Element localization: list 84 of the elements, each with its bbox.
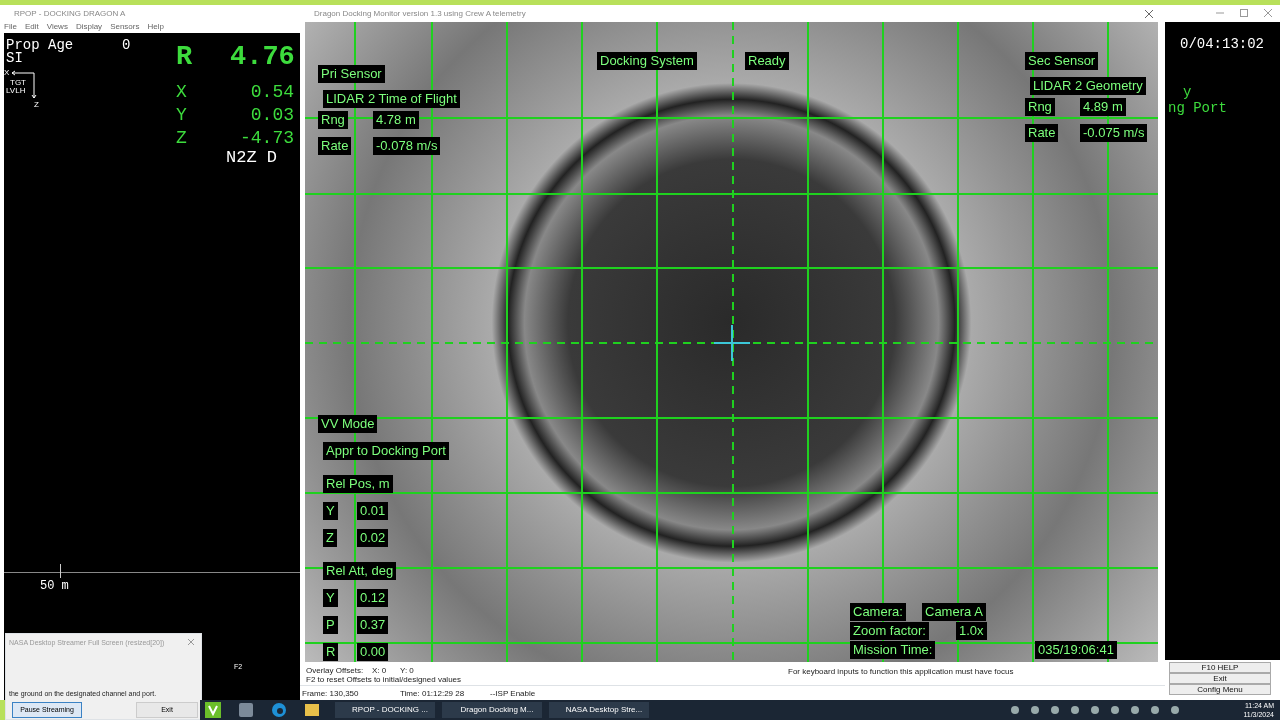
frame-lvlh-label: LVLH bbox=[6, 87, 26, 95]
menu-button[interactable]: Config Menu bbox=[1169, 684, 1271, 695]
prop-age-value: 0 bbox=[122, 36, 131, 55]
reading-value: 0.02 bbox=[357, 529, 389, 547]
close-icon[interactable] bbox=[188, 639, 194, 645]
section-title: Rel Att, deg bbox=[323, 562, 397, 580]
reading-value: 0.37 bbox=[357, 616, 389, 634]
camera-info-value: 1.0x bbox=[956, 622, 987, 640]
camera-info-value: Camera A bbox=[922, 603, 986, 621]
camera-info-label: Mission Time: bbox=[850, 641, 936, 659]
menu-item[interactable]: Views bbox=[46, 21, 68, 33]
vv-mode-value: Appr to Docking Port bbox=[323, 442, 449, 460]
reading-label: P bbox=[323, 616, 338, 634]
overlay-offsets-label: Overlay Offsets: bbox=[306, 665, 364, 677]
docking-status: Ready bbox=[745, 52, 789, 70]
browser-icon[interactable] bbox=[272, 703, 286, 717]
reset-hint: F2 to reset Offsets to initial/designed values bbox=[306, 675, 462, 686]
frame-tgt-label: TGT bbox=[10, 79, 26, 87]
menu-item[interactable]: File bbox=[4, 21, 17, 33]
reading-value: -0.075 m/s bbox=[1080, 124, 1148, 142]
sensor-title: Sec Sensor bbox=[1025, 52, 1099, 70]
minimize-icon[interactable] bbox=[1216, 9, 1224, 17]
reading-label: Rate bbox=[318, 137, 352, 155]
mission-timer: 0/04:13:02 bbox=[1180, 35, 1264, 54]
reading-value: 0.01 bbox=[357, 502, 389, 520]
taskbar-app-button[interactable]: NASA Desktop Stre... bbox=[549, 702, 649, 718]
docking-system-label: Docking System bbox=[597, 52, 697, 70]
axis-label: X bbox=[176, 81, 187, 104]
reading-value: -0.078 m/s bbox=[373, 137, 441, 155]
camera-info-label: Zoom factor: bbox=[850, 622, 929, 640]
status-text: y bbox=[1183, 83, 1192, 102]
camera-info-label: Camera: bbox=[850, 603, 906, 621]
status-bar-text: --ISP Enable bbox=[490, 688, 536, 700]
menu-button[interactable]: Exit bbox=[1169, 673, 1271, 684]
scale-label: 50 m bbox=[40, 578, 69, 595]
status-bar-text: Frame: 130,350 bbox=[302, 688, 359, 700]
menu-item[interactable]: Help bbox=[147, 21, 164, 33]
menu-item[interactable]: Display bbox=[75, 21, 103, 33]
close-icon[interactable] bbox=[1264, 9, 1272, 17]
taskbar-app-button[interactable]: RPOP - DOCKING ... bbox=[335, 702, 435, 718]
taskbar-app-button[interactable]: Dragon Docking M... bbox=[442, 702, 542, 718]
reading-value: 0.12 bbox=[357, 589, 389, 607]
crosshair-icon bbox=[714, 325, 750, 361]
range-value: 4.76 bbox=[230, 41, 295, 74]
status-bar-text: Time: 01:12:29 28 bbox=[400, 688, 465, 700]
sensor-name: LIDAR 2 Geometry bbox=[1030, 77, 1146, 95]
focus-hint: For keyboard inputs to function this application must have focus bbox=[788, 666, 1014, 678]
reading-label: Rng bbox=[1025, 98, 1055, 116]
sensor-name: LIDAR 2 Time of Flight bbox=[323, 90, 460, 108]
menu-button[interactable]: F10 HELP bbox=[1169, 662, 1271, 673]
window-title: RPOP - DOCKING DRAGON A bbox=[13, 8, 127, 20]
close-icon[interactable] bbox=[1145, 10, 1153, 18]
window-title: Dragon Docking Monitor version 1.3 using Crew A telemetry bbox=[313, 8, 527, 20]
reading-label: R bbox=[323, 643, 339, 661]
axis-label: Y bbox=[176, 104, 187, 127]
axis-x-label: X bbox=[4, 69, 10, 77]
sensor-title: Pri Sensor bbox=[318, 65, 385, 83]
axis-value: 0.03 bbox=[250, 104, 294, 127]
section-title: Rel Pos, m bbox=[323, 475, 393, 493]
reading-label: Rate bbox=[1025, 124, 1059, 142]
vv-mode-label: VV Mode bbox=[318, 415, 378, 433]
menu-item[interactable]: Sensors bbox=[110, 21, 140, 33]
maximize-icon[interactable] bbox=[1240, 9, 1248, 17]
axis-label: Z bbox=[176, 127, 187, 150]
status-text: ng Port bbox=[1168, 99, 1227, 118]
prop-age-label: Prop Age bbox=[6, 36, 74, 53]
reading-value: 4.78 m bbox=[373, 111, 419, 129]
offset-x-value: X: 0 bbox=[372, 665, 387, 677]
offset-y-value: Y: 0 bbox=[400, 665, 414, 677]
range-label: R bbox=[176, 41, 193, 74]
reading-label: Rng bbox=[318, 111, 348, 129]
reading-value: 0.00 bbox=[357, 643, 389, 661]
v-app-icon[interactable] bbox=[205, 702, 221, 718]
reading-value: 4.89 m bbox=[1080, 98, 1126, 116]
axis-value: 0.54 bbox=[250, 81, 294, 104]
reading-label: Z bbox=[323, 529, 337, 547]
menu-item[interactable]: Edit bbox=[24, 21, 39, 33]
reading-label: Y bbox=[323, 589, 338, 607]
axis-value: -4.73 bbox=[240, 127, 294, 150]
reading-label: Y bbox=[323, 502, 338, 520]
docking-mode: N2Z D bbox=[226, 147, 277, 169]
frame-label: SI bbox=[6, 51, 23, 66]
camera-info-value: 035/19:06:41 bbox=[1035, 641, 1117, 659]
axis-z-label: Z bbox=[34, 101, 39, 109]
